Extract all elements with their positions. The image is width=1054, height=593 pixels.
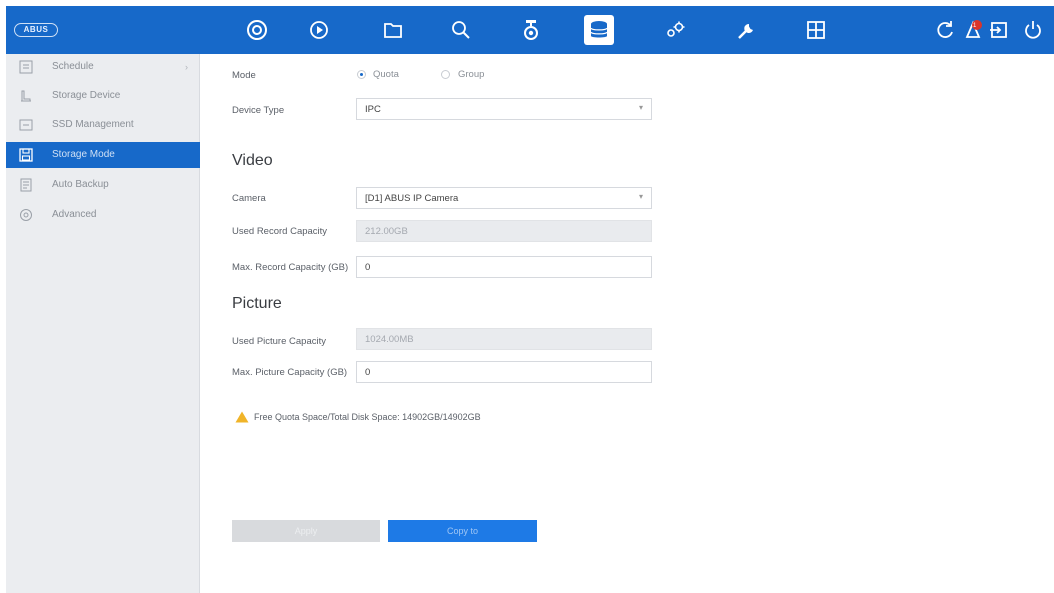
max-picture-capacity-label: Max. Picture Capacity (GB) <box>232 367 348 378</box>
used-picture-capacity-field: 1024.00MB <box>356 328 652 350</box>
video-section-title: Video <box>232 152 273 169</box>
max-picture-capacity-value: 0 <box>365 367 371 378</box>
used-record-capacity-value: 212.00GB <box>365 226 408 237</box>
sidebar-item-label: Auto Backup <box>52 179 109 190</box>
sidebar-item-label: Storage Device <box>52 90 121 101</box>
used-picture-capacity-value: 1024.00MB <box>365 334 414 345</box>
sidebar-item-schedule[interactable]: Schedule › <box>6 54 200 80</box>
brand-logo: ABUS <box>14 23 58 37</box>
sidebar-item-label: Storage Mode <box>52 149 115 160</box>
apply-button[interactable]: Apply <box>232 520 380 542</box>
maintenance-icon[interactable] <box>732 15 762 45</box>
storage-mode-panel: Mode Quota Group Device Type IPC ▾ Video… <box>201 54 1054 593</box>
device-type-label: Device Type <box>232 105 285 116</box>
mode-group-radio[interactable] <box>441 70 450 79</box>
top-navigation-bar: ABUS 1 <box>6 6 1054 54</box>
sidebar-item-label: Advanced <box>52 209 97 220</box>
sidebar-item-ssd-management[interactable]: SSD Management <box>6 112 200 138</box>
max-picture-capacity-input[interactable]: 0 <box>356 361 652 383</box>
sidebar-item-label: SSD Management <box>52 119 134 130</box>
used-record-capacity-field: 212.00GB <box>356 220 652 242</box>
configuration-icon[interactable] <box>660 15 690 45</box>
file-management-icon[interactable] <box>378 15 408 45</box>
copy-to-button[interactable]: Copy to <box>388 520 537 542</box>
storage-icon[interactable] <box>584 15 614 45</box>
picture-section-title: Picture <box>232 295 282 312</box>
split-screen-icon[interactable] <box>801 15 831 45</box>
camera-value: [D1] ABUS IP Camera <box>365 193 459 204</box>
chevron-right-icon: › <box>185 62 188 72</box>
sidebar-item-storage-device[interactable]: Storage Device <box>6 83 200 109</box>
sidebar: Schedule › Storage Device SSD Management… <box>6 54 200 593</box>
warning-icon <box>235 411 249 423</box>
storage-mode-window: ABUS 1 Schedule › Storage Device SSD Man… <box>0 0 1054 593</box>
schedule-icon <box>18 59 33 75</box>
mode-quota-radio[interactable] <box>357 70 366 79</box>
free-quota-info: Free Quota Space/Total Disk Space: 14902… <box>254 412 481 422</box>
camera-select[interactable]: [D1] ABUS IP Camera ▾ <box>356 187 652 209</box>
sidebar-item-auto-backup[interactable]: Auto Backup <box>6 172 200 198</box>
mode-group-label: Group <box>458 69 485 80</box>
mode-label: Mode <box>232 70 256 81</box>
max-record-capacity-label: Max. Record Capacity (GB) <box>232 262 349 273</box>
max-record-capacity-value: 0 <box>365 262 371 273</box>
logout-icon[interactable] <box>984 15 1014 45</box>
camera-label: Camera <box>232 193 266 204</box>
used-picture-capacity-label: Used Picture Capacity <box>232 336 326 347</box>
mode-quota-label: Quota <box>373 69 399 80</box>
smart-search-icon[interactable] <box>446 15 476 45</box>
refresh-icon[interactable] <box>930 15 960 45</box>
sidebar-item-storage-mode[interactable]: Storage Mode <box>6 142 200 168</box>
sidebar-item-advanced[interactable]: Advanced <box>6 202 200 228</box>
storage-mode-icon <box>18 147 33 163</box>
device-type-select[interactable]: IPC ▾ <box>356 98 652 120</box>
device-type-value: IPC <box>365 104 381 115</box>
max-record-capacity-input[interactable]: 0 <box>356 256 652 278</box>
playback-icon[interactable] <box>304 15 334 45</box>
storage-device-icon <box>18 88 33 104</box>
power-icon[interactable] <box>1018 15 1048 45</box>
notification-badge: 1 <box>973 23 977 29</box>
chevron-down-icon: ▾ <box>638 103 643 112</box>
used-record-capacity-label: Used Record Capacity <box>232 226 328 237</box>
ssd-icon <box>18 117 33 133</box>
camera-icon[interactable] <box>516 15 546 45</box>
chevron-down-icon: ▾ <box>638 192 643 201</box>
backup-icon <box>18 177 33 193</box>
sidebar-item-label: Schedule <box>52 61 94 72</box>
advanced-icon <box>18 207 33 223</box>
live-view-icon[interactable] <box>242 15 272 45</box>
